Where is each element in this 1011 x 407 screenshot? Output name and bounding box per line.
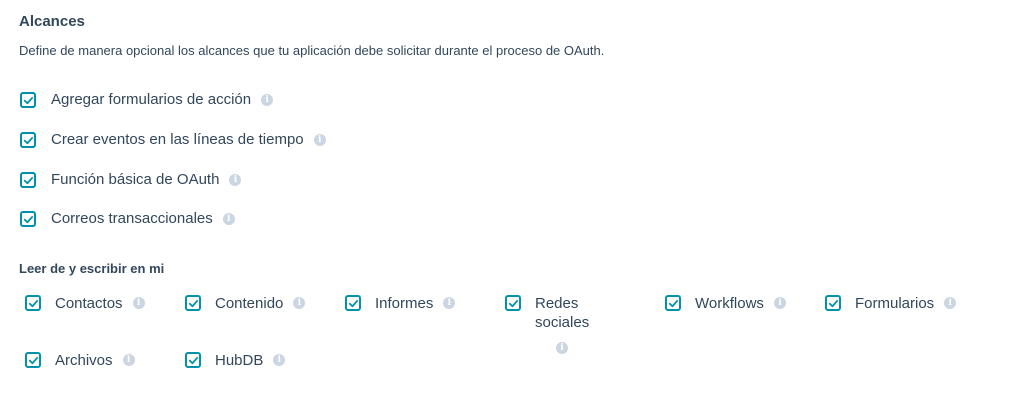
checkmark-icon bbox=[828, 299, 838, 307]
scope-label: Crear eventos en las líneas de tiempo bbox=[51, 131, 304, 148]
info-icon[interactable]: i bbox=[261, 94, 274, 106]
info-icon[interactable]: i bbox=[229, 174, 242, 186]
info-icon[interactable]: i bbox=[122, 354, 135, 366]
rw-label: Archivos bbox=[55, 352, 113, 369]
checkmark-icon bbox=[188, 356, 198, 364]
info-icon[interactable]: i bbox=[443, 297, 456, 309]
checkbox-checked[interactable] bbox=[185, 352, 201, 368]
rw-label: Contenido bbox=[215, 295, 284, 312]
scope-label: Correos transaccionales bbox=[51, 210, 213, 227]
rw-checkbox-formularios[interactable]: Formularios i bbox=[825, 294, 957, 313]
section-title: Alcances bbox=[19, 13, 85, 30]
checkmark-icon bbox=[23, 176, 33, 184]
checkbox-checked[interactable] bbox=[345, 295, 361, 311]
checkmark-icon bbox=[23, 96, 33, 104]
rw-checkbox-contactos[interactable]: Contactos i bbox=[25, 294, 145, 313]
checkbox-checked[interactable] bbox=[20, 172, 36, 188]
checkbox-checked[interactable] bbox=[25, 352, 41, 368]
info-icon[interactable]: i bbox=[556, 342, 568, 354]
rw-checkbox-workflows[interactable]: Workflows i bbox=[665, 294, 786, 313]
checkmark-icon bbox=[668, 299, 678, 307]
checkmark-icon bbox=[28, 299, 38, 307]
rw-label: HubDB bbox=[215, 352, 264, 369]
info-icon[interactable]: i bbox=[273, 354, 286, 366]
scope-checkbox-crear-eventos[interactable]: Crear eventos en las líneas de tiempo i bbox=[20, 131, 326, 149]
info-icon[interactable]: i bbox=[293, 297, 306, 309]
checkbox-checked[interactable] bbox=[20, 132, 36, 148]
info-icon[interactable]: i bbox=[944, 297, 957, 309]
scope-label: Función básica de OAuth bbox=[51, 171, 220, 188]
checkbox-checked[interactable] bbox=[665, 295, 681, 311]
checkmark-icon bbox=[23, 136, 33, 144]
scope-checkbox-oauth[interactable]: Función básica de OAuth i bbox=[20, 171, 242, 189]
checkbox-checked[interactable] bbox=[185, 295, 201, 311]
checkbox-checked[interactable] bbox=[25, 295, 41, 311]
checkbox-checked[interactable] bbox=[20, 211, 36, 227]
rw-checkbox-hubdb[interactable]: HubDB i bbox=[185, 351, 286, 370]
rw-label: Redes sociales bbox=[535, 295, 590, 331]
scope-label: Agregar formularios de acción bbox=[51, 91, 252, 108]
rw-checkbox-redes-sociales[interactable]: Redes sociales i bbox=[505, 294, 605, 354]
info-icon[interactable]: i bbox=[222, 213, 235, 225]
read-write-heading: Leer de y escribir en mi bbox=[19, 261, 165, 276]
checkmark-icon bbox=[28, 356, 38, 364]
checkmark-icon bbox=[348, 299, 358, 307]
section-description: Define de manera opcional los alcances q… bbox=[19, 43, 605, 58]
rw-label: Informes bbox=[375, 295, 434, 312]
rw-checkbox-contenido[interactable]: Contenido i bbox=[185, 294, 306, 313]
checkbox-checked[interactable] bbox=[825, 295, 841, 311]
checkbox-checked[interactable] bbox=[505, 295, 521, 311]
info-icon[interactable]: i bbox=[313, 134, 326, 146]
checkmark-icon bbox=[188, 299, 198, 307]
rw-label: Formularios bbox=[855, 295, 935, 312]
info-icon[interactable]: i bbox=[132, 297, 145, 309]
info-icon[interactable]: i bbox=[773, 297, 786, 309]
rw-label: Contactos bbox=[55, 295, 123, 312]
checkbox-checked[interactable] bbox=[20, 92, 36, 108]
rw-label: Workflows bbox=[695, 295, 764, 312]
checkmark-icon bbox=[23, 215, 33, 223]
scope-checkbox-agregar-formularios[interactable]: Agregar formularios de acción i bbox=[20, 91, 274, 109]
scope-checkbox-correos[interactable]: Correos transaccionales i bbox=[20, 210, 235, 228]
rw-checkbox-informes[interactable]: Informes i bbox=[345, 294, 456, 313]
rw-checkbox-archivos[interactable]: Archivos i bbox=[25, 351, 135, 370]
checkmark-icon bbox=[508, 299, 518, 307]
